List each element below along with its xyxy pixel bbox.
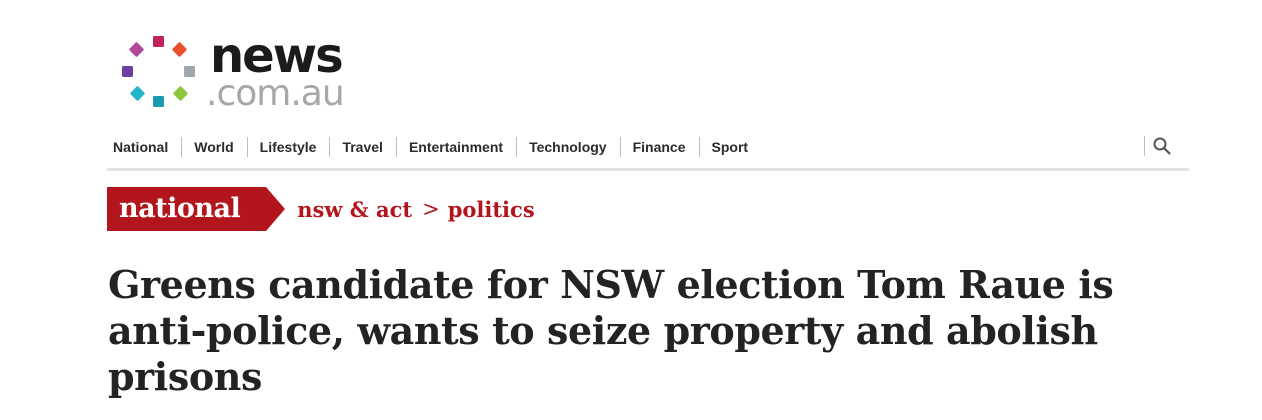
nav-item-national[interactable]: National (107, 137, 183, 157)
search-button[interactable] (1144, 136, 1171, 156)
logo-domain: .com.au (206, 73, 345, 114)
section-header: national nsw & act > politics (107, 187, 535, 231)
breadcrumb-item-politics[interactable]: politics (448, 197, 535, 222)
nav-menu: National World Lifestyle Travel Entertai… (107, 136, 767, 158)
nav-item-finance[interactable]: Finance (627, 137, 700, 157)
nav-item-travel[interactable]: Travel (336, 137, 397, 157)
section-tag[interactable]: national (107, 187, 286, 231)
breadcrumb: nsw & act > politics (297, 197, 534, 222)
nav-item-lifestyle[interactable]: Lifestyle (254, 137, 331, 157)
nav-item-world[interactable]: World (188, 137, 248, 157)
breadcrumb-item-nsw-act[interactable]: nsw & act (297, 197, 412, 222)
nav-item-technology[interactable]: Technology (523, 137, 621, 157)
main-nav: National World Lifestyle Travel Entertai… (107, 130, 1189, 171)
nav-item-entertainment[interactable]: Entertainment (403, 137, 518, 157)
site-logo[interactable]: news .com.au (118, 30, 358, 112)
search-icon (1153, 137, 1171, 155)
breadcrumb-separator: > (422, 197, 440, 221)
logo-dots-icon (122, 36, 195, 107)
nav-item-sport[interactable]: Sport (706, 137, 762, 157)
article-headline: Greens candidate for NSW election Tom Ra… (108, 262, 1114, 399)
